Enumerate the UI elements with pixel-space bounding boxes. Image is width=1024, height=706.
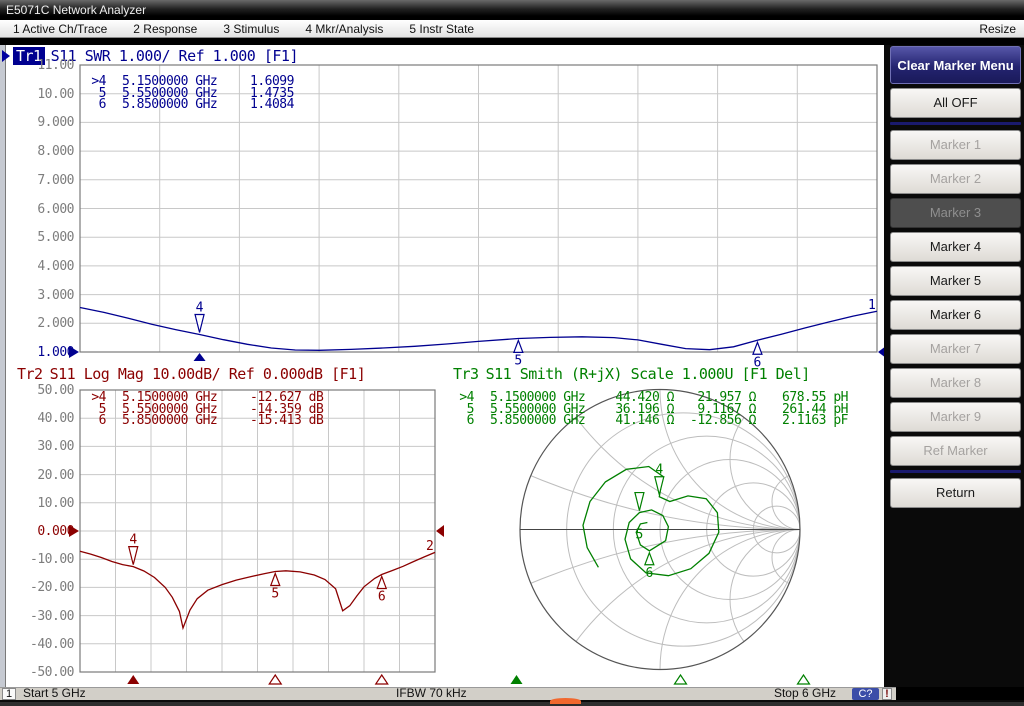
stimulus-marker-icon xyxy=(376,675,388,684)
tr2-y-label: 0.000 xyxy=(2,524,74,539)
tr1-marker-row: 6 5.8500000 GHz 1.4084 xyxy=(84,99,360,111)
start-frequency-label: Start 5 GHz xyxy=(23,687,86,700)
tr3-marker-readout: >4 5.1500000 GHz 44.420 Ω 21.957 Ω 678.5… xyxy=(452,392,848,427)
stimulus-marker-icon xyxy=(127,675,139,684)
tr1-marker-readout: >4 5.1500000 GHz 1.6099 5 5.5500000 GHz … xyxy=(84,76,360,111)
e5071c-application-window: E5071C Network Analyzer 1 Active Ch/Trac… xyxy=(0,0,1024,706)
channel-number-box: 1 xyxy=(2,688,16,700)
tr2-y-label: -20.00 xyxy=(2,580,74,595)
tr2-y-label: 50.00 xyxy=(2,383,74,398)
softkey-menu-title: Clear Marker Menu xyxy=(890,46,1021,84)
tr3-name-badge: Tr3 xyxy=(450,365,482,383)
tr2-y-label: -10.00 xyxy=(2,552,74,567)
stimulus-marker-icon xyxy=(511,675,523,684)
tr1-y-label: 2.000 xyxy=(2,316,74,331)
ref-marker-button: Ref Marker xyxy=(890,436,1021,466)
svg-text:6: 6 xyxy=(645,566,653,581)
marker-9-button: Marker 9 xyxy=(890,402,1021,432)
svg-text:6: 6 xyxy=(378,589,386,604)
tr3-header[interactable]: Tr3 S11 Smith (R+jX) Scale 1.000U [F1 De… xyxy=(450,365,810,383)
menu-instr-state[interactable]: 5 Instr State xyxy=(396,20,487,38)
tr1-y-label: 1.000 xyxy=(2,345,74,360)
tr3-header-text: S11 Smith (R+jX) Scale 1.000U [F1 Del] xyxy=(486,365,810,383)
svg-text:5: 5 xyxy=(271,586,279,601)
tr1-trace-number: 1 xyxy=(868,298,876,313)
marker-7-button: Marker 7 xyxy=(890,334,1021,364)
marker-3-button[interactable]: Marker 3 xyxy=(890,198,1021,228)
tr1-y-label: 6.000 xyxy=(2,202,74,217)
tr1-header-text: S11 SWR 1.000/ Ref 1.000 [F1] xyxy=(51,47,298,65)
svg-text:4: 4 xyxy=(196,300,204,315)
tr2-marker-readout: >4 5.1500000 GHz -12.627 dB 5 5.5500000 … xyxy=(84,392,360,427)
taskbar-icon-peek xyxy=(550,698,581,704)
marker-4-button[interactable]: Marker 4 xyxy=(890,232,1021,262)
menu-resize[interactable]: Resize xyxy=(971,20,1024,38)
marker-4[interactable]: 4 xyxy=(195,300,204,332)
tr2-y-label: -50.00 xyxy=(2,665,74,680)
stimulus-marker-icon xyxy=(798,675,810,684)
menu-bar: 1 Active Ch/Trace 2 Response 3 Stimulus … xyxy=(0,20,1024,38)
ifbw-label: IFBW 70 kHz xyxy=(396,687,467,700)
tr2-trace-number: 2 xyxy=(426,539,434,554)
marker-6[interactable]: 6 xyxy=(377,576,386,604)
tr2-header[interactable]: Tr2 S11 Log Mag 10.00dB/ Ref 0.000dB [F1… xyxy=(14,365,365,383)
tr1-y-label: 3.000 xyxy=(2,288,74,303)
tr2-y-label: 20.00 xyxy=(2,468,74,483)
tr1-y-label: 7.000 xyxy=(2,173,74,188)
marker-6[interactable]: 6 xyxy=(645,553,654,581)
top-gap xyxy=(0,38,1024,45)
tr2-header-text: S11 Log Mag 10.00dB/ Ref 0.000dB [F1] xyxy=(50,365,366,383)
softkey-divider xyxy=(890,470,1021,473)
title-bar: E5071C Network Analyzer xyxy=(0,0,1024,20)
menu-active-ch-trace[interactable]: 1 Active Ch/Trace xyxy=(0,20,120,38)
softkey-buttons: All OFF Marker 1 Marker 2 Marker 3 Marker 4 M… xyxy=(890,88,1021,512)
stimulus-marker-icon xyxy=(269,675,281,684)
tr1-y-label: 5.000 xyxy=(2,230,74,245)
bottom-strip xyxy=(0,700,1024,706)
menu-response[interactable]: 2 Response xyxy=(120,20,210,38)
tr3-marker-row: 6 5.8500000 GHz 41.146 Ω -12.856 Ω 2.116… xyxy=(452,415,848,427)
tr2-y-label: 10.00 xyxy=(2,496,74,511)
marker-2-button: Marker 2 xyxy=(890,164,1021,194)
stop-frequency-label: Stop 6 GHz xyxy=(774,687,836,700)
tr2-y-label: -40.00 xyxy=(2,637,74,652)
tr1-y-label: 10.00 xyxy=(2,87,74,102)
marker-5-button[interactable]: Marker 5 xyxy=(890,266,1021,296)
tr1-active-marker-stimulus-icon xyxy=(194,353,206,361)
stimulus-marker-icon xyxy=(675,675,687,684)
status-bar: 1 Start 5 GHz IFBW 70 kHz Stop 6 GHz C? … xyxy=(0,687,896,700)
tr2-name-badge: Tr2 xyxy=(14,365,46,383)
return-button[interactable]: Return xyxy=(890,478,1021,508)
menu-mkr-analysis[interactable]: 4 Mkr/Analysis xyxy=(292,20,396,38)
all-off-button[interactable]: All OFF xyxy=(890,88,1021,118)
alert-indicator: ! xyxy=(882,688,892,700)
window-title: E5071C Network Analyzer xyxy=(6,3,146,17)
svg-text:4: 4 xyxy=(655,463,663,478)
marker-5[interactable]: 5 xyxy=(271,573,280,601)
marker-4[interactable]: 4 xyxy=(129,533,138,565)
cal-status-badge: C? xyxy=(852,688,879,700)
softkey-sidebar: Clear Marker Menu All OFF Marker 1 Marker … xyxy=(884,45,1024,687)
svg-text:5: 5 xyxy=(636,528,644,543)
tr2-y-label: -30.00 xyxy=(2,609,74,624)
svg-text:4: 4 xyxy=(129,533,137,548)
tr2-marker-row: 6 5.8500000 GHz -15.413 dB xyxy=(84,415,360,427)
tr2-y-label: 30.00 xyxy=(2,439,74,454)
softkey-divider xyxy=(890,122,1021,125)
tr1-y-label: 11.00 xyxy=(2,58,74,73)
tr1-y-label: 4.000 xyxy=(2,259,74,274)
menu-stimulus[interactable]: 3 Stimulus xyxy=(210,20,292,38)
marker-8-button: Marker 8 xyxy=(890,368,1021,398)
marker-5[interactable]: 5 xyxy=(635,493,644,543)
marker-6-button[interactable]: Marker 6 xyxy=(890,300,1021,330)
tr2-y-label: 40.00 xyxy=(2,411,74,426)
tr1-y-label: 8.000 xyxy=(2,144,74,159)
marker-1-button: Marker 1 xyxy=(890,130,1021,160)
tr1-y-label: 9.000 xyxy=(2,115,74,130)
